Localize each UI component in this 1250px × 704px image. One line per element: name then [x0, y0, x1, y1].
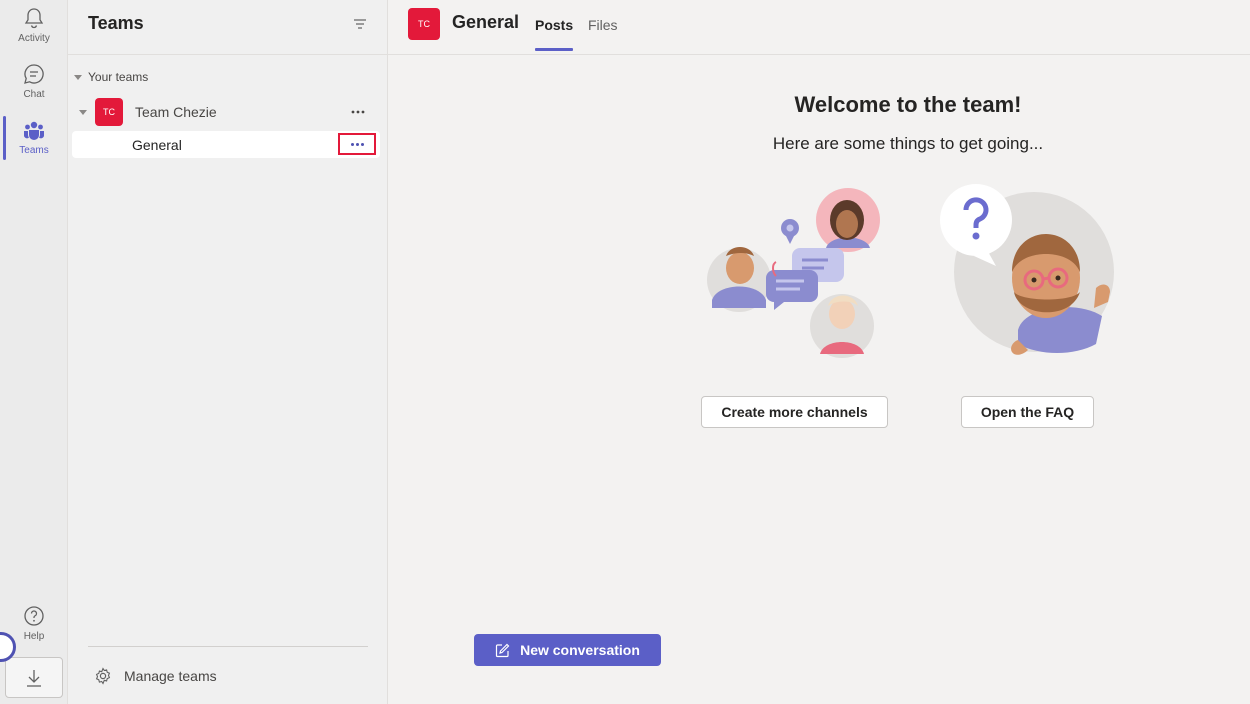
- gear-icon: [95, 667, 111, 685]
- faq-illustration: [940, 184, 1114, 355]
- more-options-icon: [351, 110, 365, 114]
- open-faq-button[interactable]: Open the FAQ: [961, 396, 1094, 428]
- channel-more-options-button[interactable]: [338, 133, 376, 155]
- app-rail: Activity Chat Teams Help: [0, 0, 68, 704]
- channel-item-general[interactable]: General: [72, 131, 380, 158]
- channel-name: General: [132, 137, 182, 153]
- rail-label-chat: Chat: [23, 89, 45, 100]
- main-content: TC General Posts Files Welcome to the te…: [388, 0, 1250, 704]
- create-more-channels-button[interactable]: Create more channels: [701, 396, 888, 428]
- manage-teams-label: Manage teams: [124, 668, 217, 684]
- rail-item-teams[interactable]: Teams: [0, 114, 68, 166]
- more-options-icon: [360, 142, 364, 146]
- rail-label-activity: Activity: [18, 33, 50, 44]
- team-avatar: TC: [95, 98, 123, 126]
- channels-illustration: [707, 188, 880, 358]
- more-options-icon: [350, 142, 354, 146]
- bell-icon: [24, 8, 44, 29]
- new-conversation-button[interactable]: New conversation: [474, 634, 661, 666]
- channel-team-avatar: TC: [408, 8, 440, 40]
- tab-posts[interactable]: Posts: [535, 17, 574, 51]
- welcome-subtitle: Here are some things to get going...: [772, 134, 1044, 153]
- welcome-title: Welcome to the team!: [794, 92, 1022, 117]
- your-teams-header[interactable]: Your teams: [74, 70, 148, 84]
- manage-teams-button[interactable]: Manage teams: [94, 667, 217, 685]
- chevron-down-icon: [79, 109, 87, 115]
- divider: [88, 646, 368, 647]
- new-conversation-label: New conversation: [520, 642, 640, 658]
- rail-label-teams: Teams: [19, 145, 49, 156]
- channel-title: General: [452, 12, 520, 32]
- rail-label-help: Help: [23, 631, 45, 642]
- help-icon: [24, 606, 44, 626]
- team-name: Team Chezie: [135, 104, 217, 120]
- teams-icon: [23, 121, 45, 140]
- download-button[interactable]: [5, 657, 63, 698]
- panel-title: Teams: [88, 13, 144, 33]
- filter-icon[interactable]: [352, 16, 368, 32]
- your-teams-label: Your teams: [88, 70, 149, 84]
- panel-header: Teams: [68, 0, 388, 55]
- team-item[interactable]: TC Team Chezie: [72, 96, 380, 128]
- rail-item-activity[interactable]: Activity: [0, 2, 68, 54]
- team-more-options-button[interactable]: [348, 104, 368, 120]
- chevron-down-icon: [74, 74, 82, 80]
- rail-item-chat[interactable]: Chat: [0, 58, 68, 110]
- download-icon: [27, 669, 41, 687]
- chat-icon: [24, 64, 44, 84]
- tab-files[interactable]: Files: [588, 17, 618, 33]
- more-options-icon: [355, 142, 359, 146]
- teams-panel: Teams Your teams TC Team Chezie General: [68, 0, 388, 704]
- channel-header: TC General Posts Files: [388, 0, 1250, 55]
- compose-icon: [495, 643, 510, 657]
